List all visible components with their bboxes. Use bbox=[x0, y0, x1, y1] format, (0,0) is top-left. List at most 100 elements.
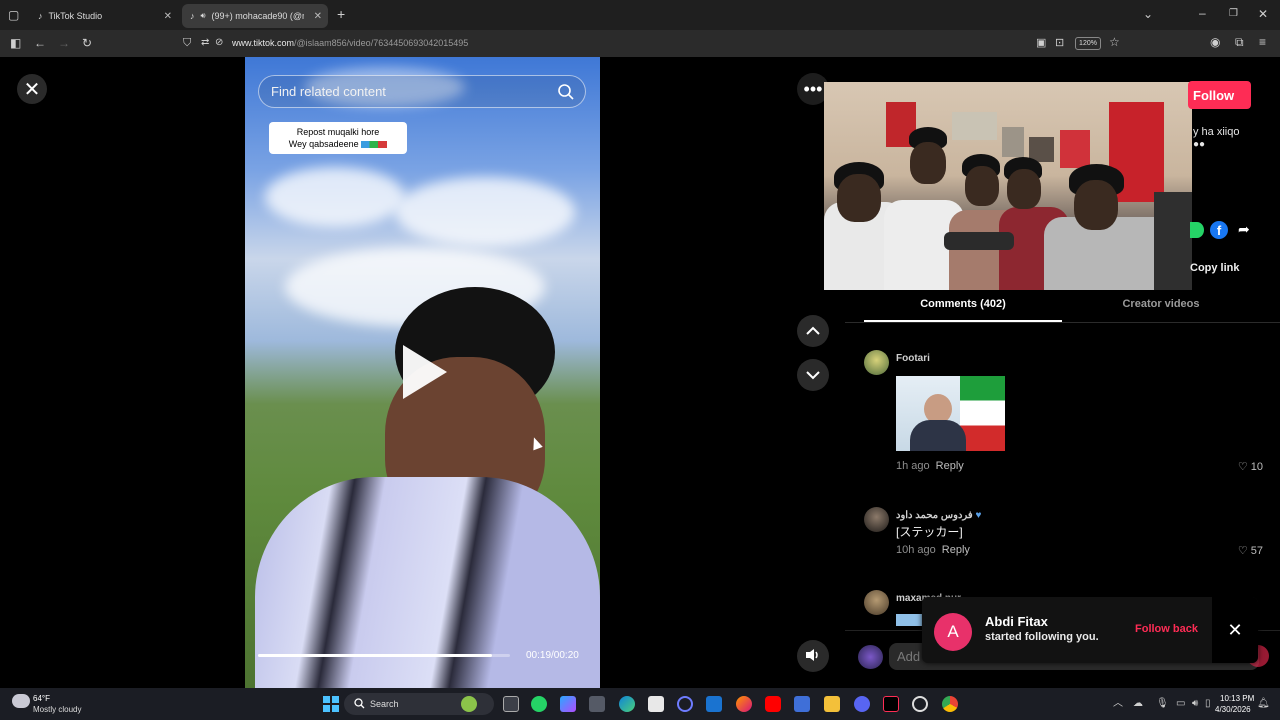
browser-tab-bar: ▢ ♪ TikTok Studio ✕ ♪ 🔊︎ (99+) mohacade9… bbox=[0, 0, 1280, 30]
clock-date[interactable]: 4/30/2026 bbox=[1215, 705, 1251, 714]
share-arrow-icon[interactable]: ➦ bbox=[1238, 221, 1250, 238]
url-text[interactable]: www.tiktok.com/@islaam856/video/76344506… bbox=[232, 38, 468, 48]
comment-username[interactable]: Footari bbox=[896, 353, 930, 364]
maximize-icon[interactable]: ❐ bbox=[1229, 8, 1238, 20]
notification-bell-icon[interactable]: 🔔︎ bbox=[1257, 698, 1270, 710]
store-icon[interactable] bbox=[648, 696, 664, 712]
flag-image bbox=[960, 376, 1005, 451]
tab-comments[interactable]: Comments (402) bbox=[864, 298, 1062, 310]
avatar[interactable] bbox=[864, 350, 889, 375]
search-icon[interactable] bbox=[557, 83, 575, 104]
like-button[interactable]: ♡ 57 bbox=[1237, 544, 1263, 558]
chatgpt-icon[interactable] bbox=[912, 696, 928, 712]
volume-tray-icon[interactable]: 🔊︎ bbox=[1192, 698, 1198, 710]
video-caption-sticker: Repost muqalki hore Wey qabsadeene bbox=[269, 122, 407, 154]
account-icon[interactable]: ◉ bbox=[1210, 36, 1220, 48]
like-button[interactable]: ♡ 10 bbox=[1237, 460, 1263, 474]
start-icon[interactable] bbox=[323, 696, 339, 712]
weather-description[interactable]: Mostly cloudy bbox=[33, 705, 81, 714]
chrome-icon[interactable] bbox=[942, 696, 958, 712]
youtube-icon[interactable] bbox=[765, 696, 781, 712]
close-notification-button[interactable]: ✕ bbox=[1212, 597, 1258, 663]
like-count: 10 bbox=[1250, 460, 1263, 473]
no-autoplay-icon[interactable]: ⊘ bbox=[215, 37, 223, 49]
tab-list-icon[interactable]: ⌄ bbox=[1143, 8, 1153, 20]
find-content-search[interactable]: Find related content bbox=[258, 75, 586, 108]
heart-icon: ♡ bbox=[1237, 461, 1248, 473]
avatar[interactable] bbox=[864, 507, 889, 532]
whatsapp-icon[interactable] bbox=[531, 696, 547, 712]
clock-time[interactable]: 10:13 PM bbox=[1220, 694, 1254, 703]
close-window-icon[interactable]: ✕ bbox=[1258, 8, 1268, 20]
copilot-icon[interactable] bbox=[560, 696, 576, 712]
zoom-level[interactable]: 120% bbox=[1075, 37, 1101, 50]
close-video-button[interactable]: ✕ bbox=[17, 74, 47, 104]
comment-username[interactable]: فردوس محمد داود ♥ bbox=[896, 510, 981, 521]
file-explorer-icon[interactable] bbox=[824, 696, 840, 712]
new-tab-icon[interactable]: + bbox=[337, 7, 345, 21]
battery-icon[interactable]: ▯ bbox=[1205, 698, 1211, 710]
previous-video-button[interactable] bbox=[797, 315, 829, 347]
close-icon: ✕ bbox=[23, 78, 41, 101]
screenshot-icon[interactable]: ⊡ bbox=[1055, 37, 1064, 49]
chair bbox=[1154, 192, 1192, 290]
avatar[interactable] bbox=[864, 590, 889, 615]
onedrive-icon[interactable]: ☁ bbox=[1133, 698, 1143, 710]
comment-image[interactable] bbox=[896, 376, 1005, 451]
heart-icon: ♡ bbox=[1237, 545, 1248, 557]
firefox-icon[interactable] bbox=[736, 696, 752, 712]
app-grid-icon[interactable] bbox=[794, 696, 810, 712]
tab-active[interactable]: ♪ 🔊︎ (99+) mohacade90 (@moh: ✕ bbox=[182, 4, 328, 28]
shield-icon[interactable]: ⛉ bbox=[183, 37, 191, 49]
tab-tiktok-studio[interactable]: ♪ TikTok Studio ✕ bbox=[30, 4, 178, 28]
menu-icon[interactable]: ≡ bbox=[1259, 36, 1266, 48]
forward-icon[interactable]: → bbox=[58, 37, 70, 49]
tab-actions-icon[interactable]: ▢ bbox=[8, 9, 19, 21]
network-icon[interactable]: ▭ bbox=[1176, 698, 1185, 710]
sidebar-toggle-icon[interactable]: ◧ bbox=[10, 37, 21, 49]
bookmark-star-icon[interactable]: ☆ bbox=[1109, 36, 1120, 48]
tray-chevron-icon[interactable]: ︿ bbox=[1113, 698, 1123, 710]
copy-link-button[interactable]: Copy link bbox=[1190, 262, 1240, 274]
apps-icon[interactable] bbox=[589, 696, 605, 712]
emoji-icon: ●● bbox=[1193, 139, 1206, 150]
pip-icon[interactable]: ▣ bbox=[1036, 37, 1046, 49]
volume-icon bbox=[805, 648, 821, 665]
edge-icon[interactable] bbox=[619, 696, 635, 712]
permissions-icon[interactable]: ⇄ bbox=[201, 37, 209, 49]
widget-icon[interactable] bbox=[461, 696, 477, 712]
weather-temperature[interactable]: 64°F bbox=[33, 694, 50, 703]
reply-button[interactable]: Reply bbox=[942, 544, 970, 556]
progress-bar[interactable] bbox=[258, 654, 510, 657]
follow-back-button[interactable]: Follow back bbox=[1135, 623, 1198, 635]
volume-button[interactable] bbox=[797, 640, 829, 672]
cortana-icon[interactable] bbox=[677, 696, 693, 712]
discord-icon[interactable] bbox=[854, 696, 870, 712]
person-face bbox=[1074, 180, 1118, 230]
task-view-icon[interactable] bbox=[503, 696, 519, 712]
start-tile bbox=[323, 705, 330, 712]
caption-fragment: y ha xiiqo ●● bbox=[1193, 126, 1240, 150]
notification-name[interactable]: Abdi Fitax bbox=[985, 614, 1048, 629]
extensions-icon[interactable]: ⧉ bbox=[1235, 36, 1244, 48]
tab-creator-videos[interactable]: Creator videos bbox=[1062, 298, 1260, 310]
microphone-icon[interactable]: 🎙︎ bbox=[1156, 698, 1169, 710]
notification-avatar[interactable]: A bbox=[934, 613, 972, 651]
play-icon[interactable] bbox=[403, 345, 447, 399]
tiktok-taskbar-icon[interactable] bbox=[883, 696, 899, 712]
user-avatar[interactable] bbox=[858, 645, 883, 669]
next-video-button[interactable] bbox=[797, 359, 829, 391]
chevron-down-icon bbox=[805, 367, 821, 383]
follow-button[interactable]: Follow bbox=[1188, 81, 1251, 109]
reply-button[interactable]: Reply bbox=[936, 460, 964, 472]
back-icon[interactable]: ← bbox=[34, 37, 46, 49]
outlook-icon[interactable] bbox=[706, 696, 722, 712]
whatsapp-share-icon[interactable] bbox=[1190, 222, 1204, 238]
weather-icon[interactable] bbox=[12, 694, 30, 708]
facebook-share-icon[interactable]: f bbox=[1210, 221, 1228, 239]
reload-icon[interactable]: ↻ bbox=[82, 37, 92, 49]
close-tab-icon[interactable]: ✕ bbox=[314, 11, 322, 22]
minimize-icon[interactable]: – bbox=[1199, 7, 1206, 19]
picture-in-picture-video[interactable] bbox=[824, 82, 1192, 290]
close-tab-icon[interactable]: ✕ bbox=[164, 11, 172, 22]
